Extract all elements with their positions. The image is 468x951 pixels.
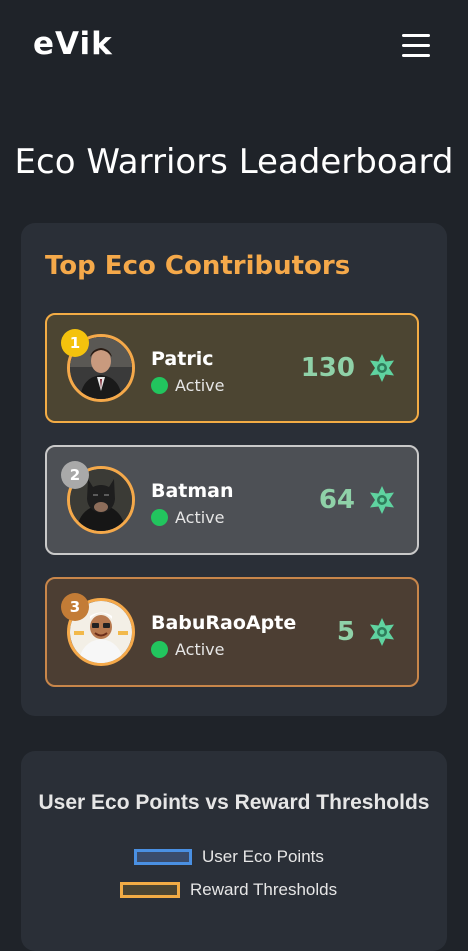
eco-points-icon: [370, 486, 394, 514]
page-title: Eco Warriors Leaderboard: [14, 142, 454, 182]
legend-item-user-eco-points[interactable]: User Eco Points: [134, 847, 324, 867]
navbar: eVik: [0, 0, 468, 96]
user-name: Patric: [151, 348, 214, 370]
brand-logo[interactable]: eVik: [33, 26, 113, 62]
chart-title: User Eco Points vs Reward Thresholds: [38, 791, 430, 814]
leaderboard-card: Top Eco Contributors 1 Patric Active 130: [21, 223, 447, 716]
eco-points: 64: [319, 485, 397, 515]
user-status: Active: [151, 640, 225, 659]
leaderboard-entry[interactable]: 3 BabuRaoApte Active 5: [45, 577, 419, 687]
legend-swatch: [134, 849, 192, 865]
user-name: BabuRaoApte: [151, 612, 297, 634]
legend-label: User Eco Points: [202, 847, 324, 866]
leaderboard-title: Top Eco Contributors: [45, 251, 351, 281]
leaderboard-entry[interactable]: 2 Batman Active 64: [45, 445, 419, 555]
hamburger-menu-icon[interactable]: [402, 34, 430, 58]
rank-badge: 1: [61, 329, 89, 357]
eco-points-icon: [370, 354, 394, 382]
rank-badge: 2: [61, 461, 89, 489]
user-status: Active: [151, 376, 225, 395]
points-value: 64: [318, 485, 355, 515]
leaderboard-entry[interactable]: 1 Patric Active 130: [45, 313, 419, 423]
status-label: Active: [175, 640, 225, 659]
status-label: Active: [175, 508, 225, 527]
user-status: Active: [151, 508, 225, 527]
chart-card: User Eco Points vs Reward Thresholds Use…: [21, 751, 447, 951]
rank-badge: 3: [61, 593, 89, 621]
legend-label: Reward Thresholds: [190, 880, 338, 899]
eco-points-icon: [370, 618, 394, 646]
status-dot-icon: [151, 509, 168, 526]
status-label: Active: [175, 376, 225, 395]
status-dot-icon: [151, 377, 168, 394]
legend-swatch: [120, 882, 180, 898]
points-value: 130: [300, 353, 355, 383]
eco-points: 5: [337, 617, 397, 647]
points-value: 5: [336, 617, 355, 647]
status-dot-icon: [151, 641, 168, 658]
eco-points: 130: [301, 353, 397, 383]
user-name: Batman: [151, 480, 234, 502]
legend-item-reward-thresholds[interactable]: Reward Thresholds: [120, 880, 337, 900]
